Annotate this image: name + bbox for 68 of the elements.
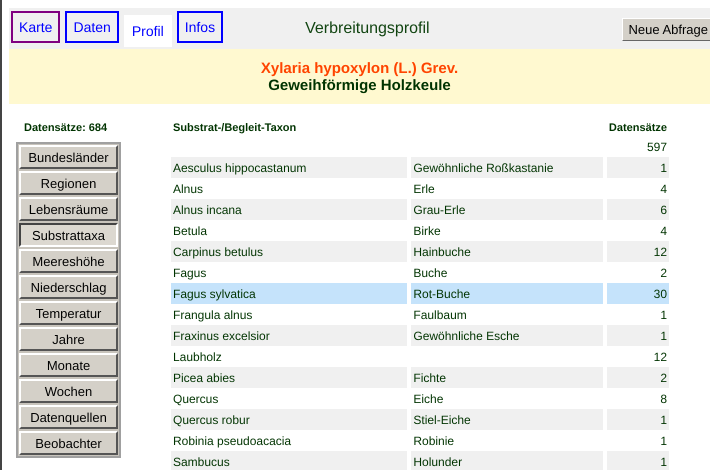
category-button[interactable]: Wochen [19, 379, 118, 403]
new-query-button[interactable]: Neue Abfrage [622, 18, 710, 41]
table-cell-text: Faulbaum [412, 306, 468, 324]
category-button[interactable]: Temperatur [19, 301, 118, 325]
table-cell: Quercus robur [171, 409, 408, 430]
category-button[interactable]: Jahre [19, 327, 118, 351]
column-header: Datensätze [608, 122, 668, 136]
table-cell: Sambucus [171, 451, 408, 470]
table-cell-text: Robinia pseudoacacia [172, 432, 292, 450]
table-cell: Picea abies [171, 367, 408, 388]
category-button[interactable]: Beobachter [19, 431, 118, 455]
table-cell-text: 1 [659, 306, 668, 324]
page-title: Verbreitungsprofil [305, 20, 431, 38]
category-button[interactable]: Lebensräume [19, 197, 118, 221]
category-button[interactable]: Monate [19, 353, 118, 377]
table-cell-text: Erle [412, 180, 436, 198]
table-cell-text: 2 [659, 264, 668, 282]
column-header: Substrat-/Begleit-Taxon [172, 122, 298, 136]
table-cell: Fichte [411, 367, 603, 388]
table-cell-text: Robinie [412, 432, 456, 450]
table-cell: Grau-Erle [411, 199, 603, 220]
table-cell-text: Birke [412, 222, 442, 240]
tab[interactable]: Karte [11, 10, 60, 42]
table-cell: Hainbuche [411, 241, 603, 262]
table-cell: Carpinus betulus [171, 241, 408, 262]
table-cell-text: 12 [652, 348, 668, 366]
tab[interactable]: Daten [65, 10, 119, 42]
table-cell-text: Quercus [172, 390, 220, 408]
table-cell: Fraxinus excelsior [171, 325, 408, 346]
tab[interactable]: Profil [124, 14, 172, 46]
table-cell: Stiel-Eiche [411, 409, 603, 430]
table-cell-text: 597 [646, 138, 668, 156]
category-button[interactable]: Substrattaxa [19, 223, 118, 247]
table-cell: 1 [606, 157, 669, 178]
table-cell-text: 4 [659, 222, 668, 240]
table-cell-text: 1 [659, 432, 668, 450]
tab[interactable]: Infos [176, 10, 224, 42]
table-cell: 1 [606, 409, 669, 430]
table-cell-text: 4 [659, 180, 668, 198]
table-cell: Gewöhnliche Esche [411, 325, 603, 346]
common-name: Geweihförmige Holzkeule [268, 76, 451, 94]
table-cell: Holunder [411, 451, 603, 470]
table-cell-text: Betula [172, 222, 208, 240]
table-cell-text: Laubholz [172, 348, 223, 366]
table-cell: Alnus incana [171, 199, 408, 220]
category-button[interactable]: Datenquellen [19, 405, 118, 429]
table-cell-text: 8 [659, 390, 668, 408]
table-cell: Aesculus hippocastanum [171, 157, 408, 178]
table-cell-text: Eiche [412, 390, 444, 408]
table-cell: 12 [606, 241, 669, 262]
table-cell-text: Buche [412, 264, 448, 282]
record-count: Datensätze: 684 [24, 122, 108, 136]
table-cell: 2 [606, 367, 669, 388]
category-button[interactable]: Niederschlag [19, 275, 118, 299]
category-button[interactable]: Bundesländer [19, 145, 118, 169]
category-button[interactable]: Meereshöhe [19, 249, 118, 273]
table-cell: 6 [606, 199, 669, 220]
table-cell: Rot-Buche [411, 283, 603, 304]
table-cell: 1 [606, 325, 669, 346]
table-cell: 1 [606, 451, 669, 470]
category-button[interactable]: Regionen [19, 171, 118, 195]
table-cell-text: Frangula alnus [172, 306, 254, 324]
table-cell: Gewöhnliche Roßkastanie [411, 157, 603, 178]
table-cell-text: Fagus [172, 264, 208, 282]
table-cell: Fagus sylvatica [171, 283, 408, 304]
table-cell: 30 [606, 283, 669, 304]
table-cell-text: Alnus [172, 180, 204, 198]
scientific-name: Xylaria hypoxylon (L.) Grev. [260, 60, 458, 76]
